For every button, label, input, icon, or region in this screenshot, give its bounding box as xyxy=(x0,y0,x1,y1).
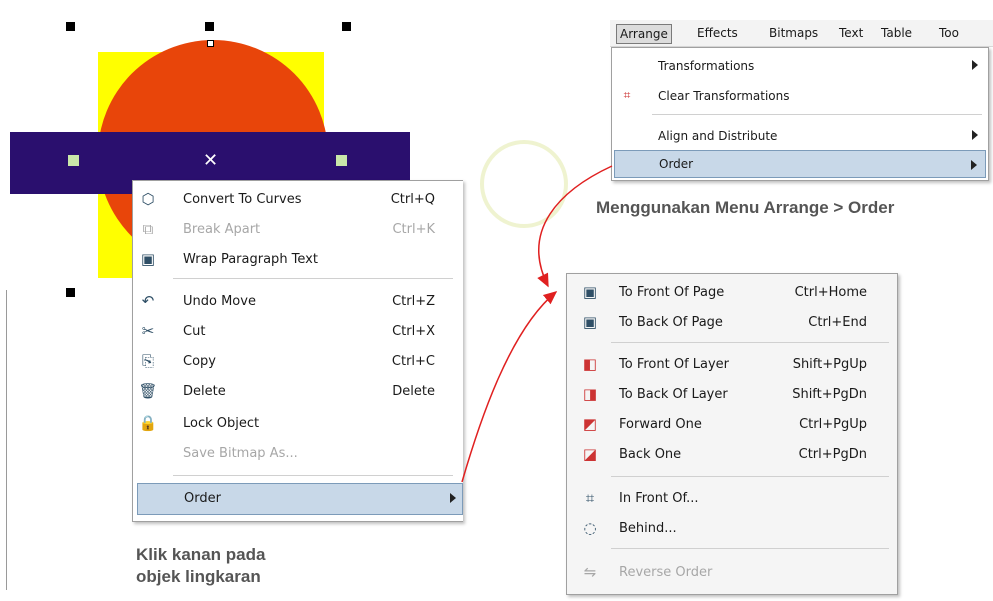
arrow-context-to-order xyxy=(461,291,558,483)
arrow-arrange-to-order xyxy=(537,165,613,288)
annotation-arrows xyxy=(461,165,613,483)
